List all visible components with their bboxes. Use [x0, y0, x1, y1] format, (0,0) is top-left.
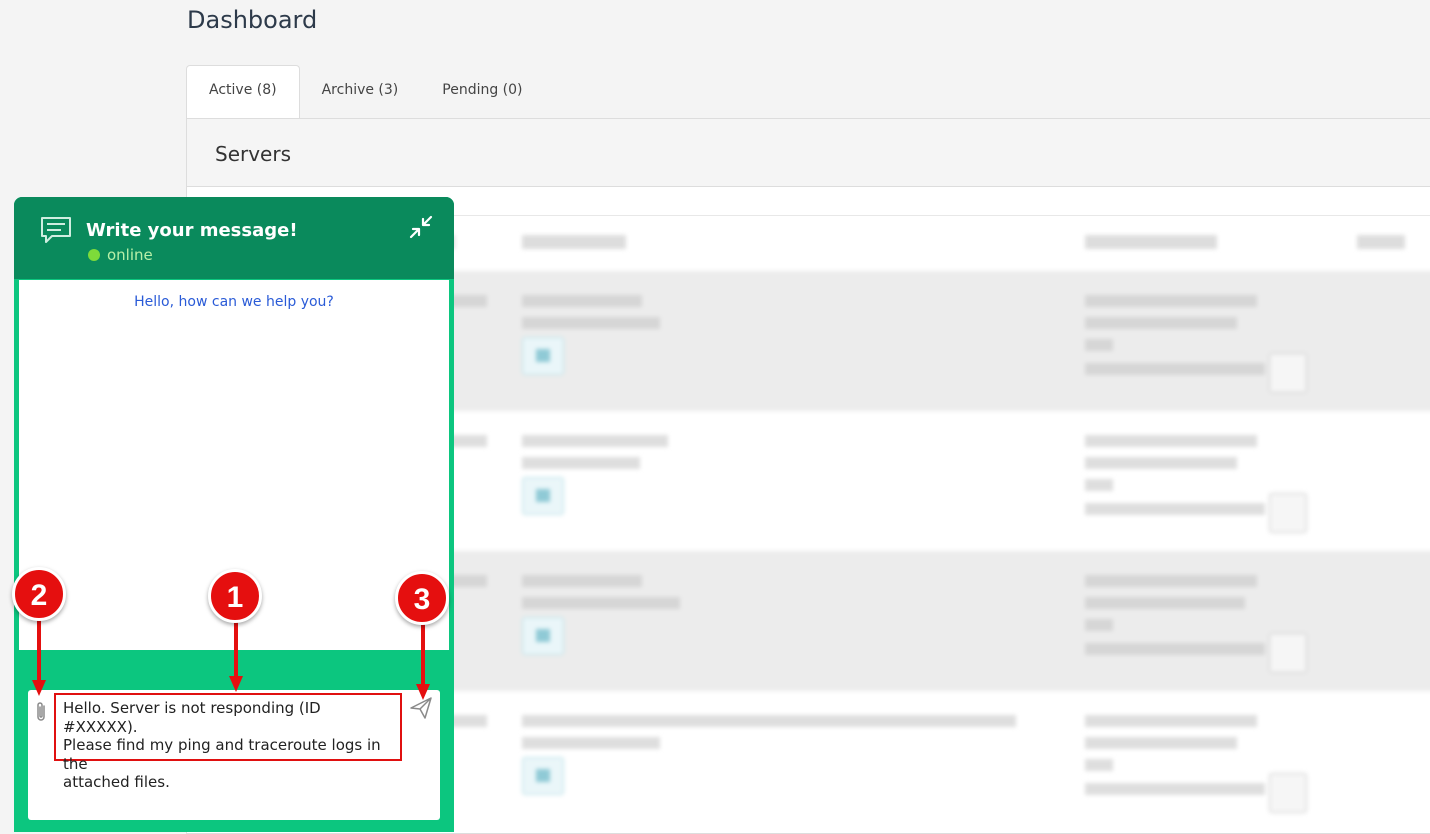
- status-text: online: [107, 246, 153, 264]
- chat-header: Write your message! online: [14, 197, 454, 279]
- edit-button[interactable]: [522, 337, 564, 375]
- copy-button[interactable]: [1269, 493, 1307, 533]
- edit-button[interactable]: [522, 477, 564, 515]
- callout-arrow: [229, 620, 243, 692]
- panel-header: Servers: [187, 119, 1430, 187]
- copy-button[interactable]: [1269, 773, 1307, 813]
- callout-badge-2: 2: [12, 567, 66, 621]
- tab-pending[interactable]: Pending (0): [420, 67, 544, 115]
- message-input[interactable]: Hello. Server is not responding (ID #XXX…: [54, 693, 402, 791]
- column-header: [1357, 235, 1405, 249]
- tab-label: Archive (3): [321, 82, 399, 98]
- callout-badge-3: 3: [395, 571, 449, 625]
- callout-arrow: [416, 620, 430, 700]
- chat-widget: Write your message! online Hello, how ca…: [14, 197, 454, 832]
- tab-archive[interactable]: Archive (3): [300, 67, 421, 115]
- edit-button[interactable]: [522, 757, 564, 795]
- minimize-arrows-icon[interactable]: [409, 215, 433, 239]
- copy-button[interactable]: [1269, 353, 1307, 393]
- page-title: Dashboard: [187, 6, 318, 34]
- chat-title: Write your message!: [86, 220, 298, 241]
- tab-label: Pending (0): [442, 82, 523, 98]
- chat-bubble-icon: [41, 217, 71, 243]
- online-status-dot: [88, 249, 100, 261]
- callout-badge-1: 1: [208, 569, 262, 623]
- column-header: [522, 235, 626, 249]
- greeting-message: Hello, how can we help you?: [134, 294, 334, 310]
- paperclip-icon[interactable]: [33, 700, 49, 724]
- edit-button[interactable]: [522, 617, 564, 655]
- copy-button[interactable]: [1269, 633, 1307, 673]
- panel-title: Servers: [215, 142, 292, 166]
- tabs: Active (8) Archive (3) Pending (0): [186, 65, 545, 118]
- tab-active[interactable]: Active (8): [186, 65, 300, 118]
- tab-label: Active (8): [209, 82, 277, 98]
- callout-arrow: [32, 620, 46, 696]
- column-header: [1085, 235, 1217, 249]
